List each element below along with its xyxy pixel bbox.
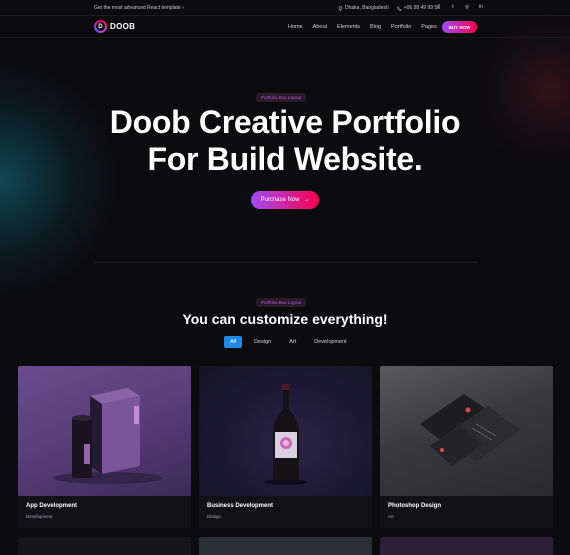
linkedin-icon[interactable]: in — [478, 4, 484, 10]
card-category: Development — [26, 514, 53, 519]
card-image-packaging — [18, 366, 191, 496]
purchase-now-label: Purchase Now — [260, 197, 300, 203]
card-image-wine-bottle — [199, 366, 372, 496]
portfolio-card-partial[interactable] — [199, 537, 372, 555]
portfolio-card-app-development[interactable]: App Development Development — [18, 366, 191, 528]
logo-letter: D — [96, 22, 105, 31]
hero-title: Doob Creative Portfolio For Build Websit… — [0, 104, 570, 178]
nav-portfolio[interactable]: Portfolio — [391, 24, 411, 30]
nav-elements[interactable]: Elements — [337, 24, 360, 30]
promo-text: Get the most advanced React template — [94, 5, 181, 11]
portfolio-card-partial[interactable] — [18, 537, 191, 555]
nav-pages[interactable]: Pages — [421, 24, 437, 30]
buy-now-button[interactable]: BUY NOW — [442, 21, 477, 33]
chevron-right-icon: › — [182, 5, 184, 11]
twitter-icon[interactable]: t — [450, 4, 456, 10]
contact-info: Dhaka, Bangladesh +06 58 49 99 56 — [338, 5, 440, 11]
logo-mark: D — [94, 20, 107, 33]
main-header: D DOOB Home About Elements Blog Portfoli… — [0, 16, 570, 38]
phone[interactable]: +06 58 49 99 56 — [396, 5, 440, 11]
section-divider — [94, 262, 477, 263]
card-title: Business Development — [207, 503, 274, 509]
teal-glow-decoration — [0, 60, 120, 300]
portfolio-card-business-development[interactable]: Business Development Design — [199, 366, 372, 528]
portfolio-badge: Portfolio Box Layout — [256, 298, 307, 307]
filter-all[interactable]: All — [224, 336, 243, 348]
hero-title-line-1: Doob Creative Portfolio — [109, 104, 461, 140]
filter-design[interactable]: Design — [248, 336, 277, 348]
promo-link[interactable]: Get the most advanced React template › — [94, 5, 184, 11]
card-category: Art — [388, 514, 394, 519]
purchase-now-button[interactable]: Purchase Now → — [251, 191, 319, 209]
card-title: App Development — [26, 503, 78, 509]
card-title: Photoshop Design — [388, 503, 441, 509]
portfolio-card-partial[interactable] — [380, 537, 553, 555]
card-image-brochure — [380, 366, 553, 496]
portfolio-title: You can customize everything! — [182, 311, 388, 327]
logo[interactable]: D DOOB — [94, 20, 135, 33]
card-category: Design — [207, 514, 222, 519]
social-links: f t ◎ in — [436, 4, 484, 10]
map-pin-icon — [338, 5, 343, 11]
logo-text: DOOB — [110, 22, 136, 31]
filter-development[interactable]: Development — [308, 336, 352, 348]
phone-text: +06 58 49 99 56 — [403, 5, 440, 11]
top-bar: Get the most advanced React template › D… — [0, 0, 570, 16]
hero-badge: Portfolio Box Layout — [256, 93, 307, 102]
hero-title-line-2: For Build Website. — [147, 141, 423, 177]
location-text: Dhaka, Bangladesh — [345, 5, 389, 11]
page: Get the most advanced React template › D… — [0, 0, 570, 555]
phone-icon — [396, 5, 402, 11]
main-nav: Home About Elements Blog Portfolio Pages — [288, 24, 437, 30]
filter-art[interactable]: Art — [283, 336, 302, 348]
nav-home[interactable]: Home — [288, 24, 303, 30]
instagram-icon[interactable]: ◎ — [464, 4, 470, 10]
portfolio-filters: All Design Art Development — [224, 336, 353, 348]
portfolio-card-photoshop-design[interactable]: Photoshop Design Art — [380, 366, 553, 528]
location: Dhaka, Bangladesh — [338, 5, 389, 11]
facebook-icon[interactable]: f — [436, 4, 442, 10]
nav-about[interactable]: About — [313, 24, 327, 30]
nav-blog[interactable]: Blog — [370, 24, 381, 30]
arrow-right-icon: → — [303, 197, 310, 203]
